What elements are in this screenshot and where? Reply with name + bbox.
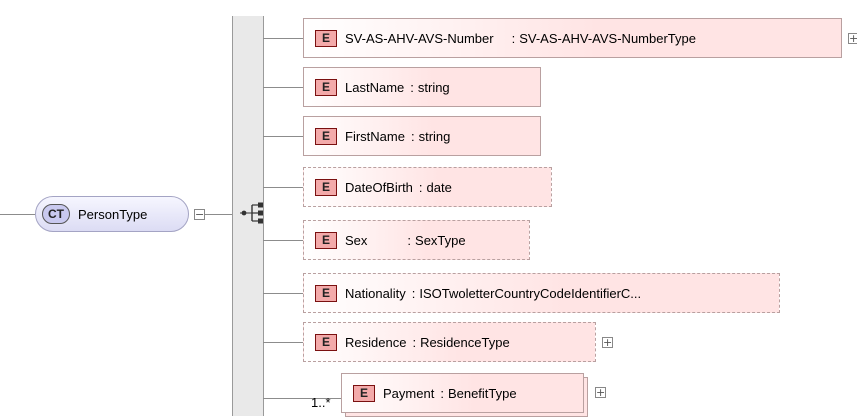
element-lastname[interactable]: E LastName : string [303,67,541,107]
element-name: Residence [345,334,407,350]
branch-line [263,240,305,241]
branch-line [263,136,305,137]
element-name: Nationality [345,285,406,301]
element-separator: : [407,232,412,248]
branch-line [263,38,305,39]
element-name: FirstName [345,128,405,144]
element-name: SV-AS-AHV-AVS-Number [345,30,494,46]
element-badge: E [315,284,337,302]
element-type: string [418,128,451,144]
element-separator: : [511,30,516,46]
schema-diagram: CT PersonType − E SV-AS-AHV-AVS-Number :… [0,0,857,417]
element-type: BenefitType [447,385,517,401]
element-separator: : [411,285,416,301]
expand-button[interactable]: + [602,337,613,348]
branch-line [263,342,305,343]
element-separator: : [440,385,444,401]
ct-collapse-button[interactable]: − [194,209,205,220]
branch-line [263,293,305,294]
expand-button[interactable]: + [595,387,606,398]
element-type: string [417,79,450,95]
element-separator: : [418,179,423,195]
complex-type-name: PersonType [78,206,148,222]
branch-line [263,187,305,188]
element-badge: E [315,333,337,351]
sequence-compositor-icon[interactable] [240,199,270,227]
multiplicity-label: 1..* [311,395,331,410]
element-type: SexType [415,232,466,248]
element-badge: E [315,127,337,145]
element-name: Payment [383,385,435,401]
element-badge: E [315,178,337,196]
element-nationality[interactable]: E Nationality : ISOTwoletterCountryCodeI… [303,273,780,313]
element-name: LastName [345,79,405,95]
element-type: SV-AS-AHV-AVS-NumberType [519,30,696,46]
element-badge: E [315,29,337,47]
element-residence[interactable]: E Residence : ResidenceType [303,322,596,362]
element-badge: E [315,78,337,96]
element-firstname[interactable]: E FirstName : string [303,116,541,156]
complex-type-persontype[interactable]: CT PersonType [35,196,189,232]
element-type: ISOTwoletterCountryCodeIdentifierC... [419,285,642,301]
element-dateofbirth[interactable]: E DateOfBirth : date [303,167,552,207]
expand-button[interactable]: + [848,33,857,44]
element-sex[interactable]: E Sex : SexType [303,220,530,260]
element-badge: E [315,231,337,249]
element-type: date [426,179,452,195]
branch-line [263,87,305,88]
element-separator: : [410,128,415,144]
element-separator: : [410,79,414,95]
connector-left [0,214,35,215]
element-type: ResidenceType [420,334,510,350]
element-name: Sex [345,232,368,248]
ct-badge: CT [42,204,70,224]
element-payment[interactable]: E Payment : BenefitType [341,373,584,413]
element-separator: : [412,334,417,350]
element-badge: E [353,384,375,402]
element-sv-as-ahv-avs-number[interactable]: E SV-AS-AHV-AVS-Number : SV-AS-AHV-AVS-N… [303,18,842,58]
element-name: DateOfBirth [345,179,413,195]
